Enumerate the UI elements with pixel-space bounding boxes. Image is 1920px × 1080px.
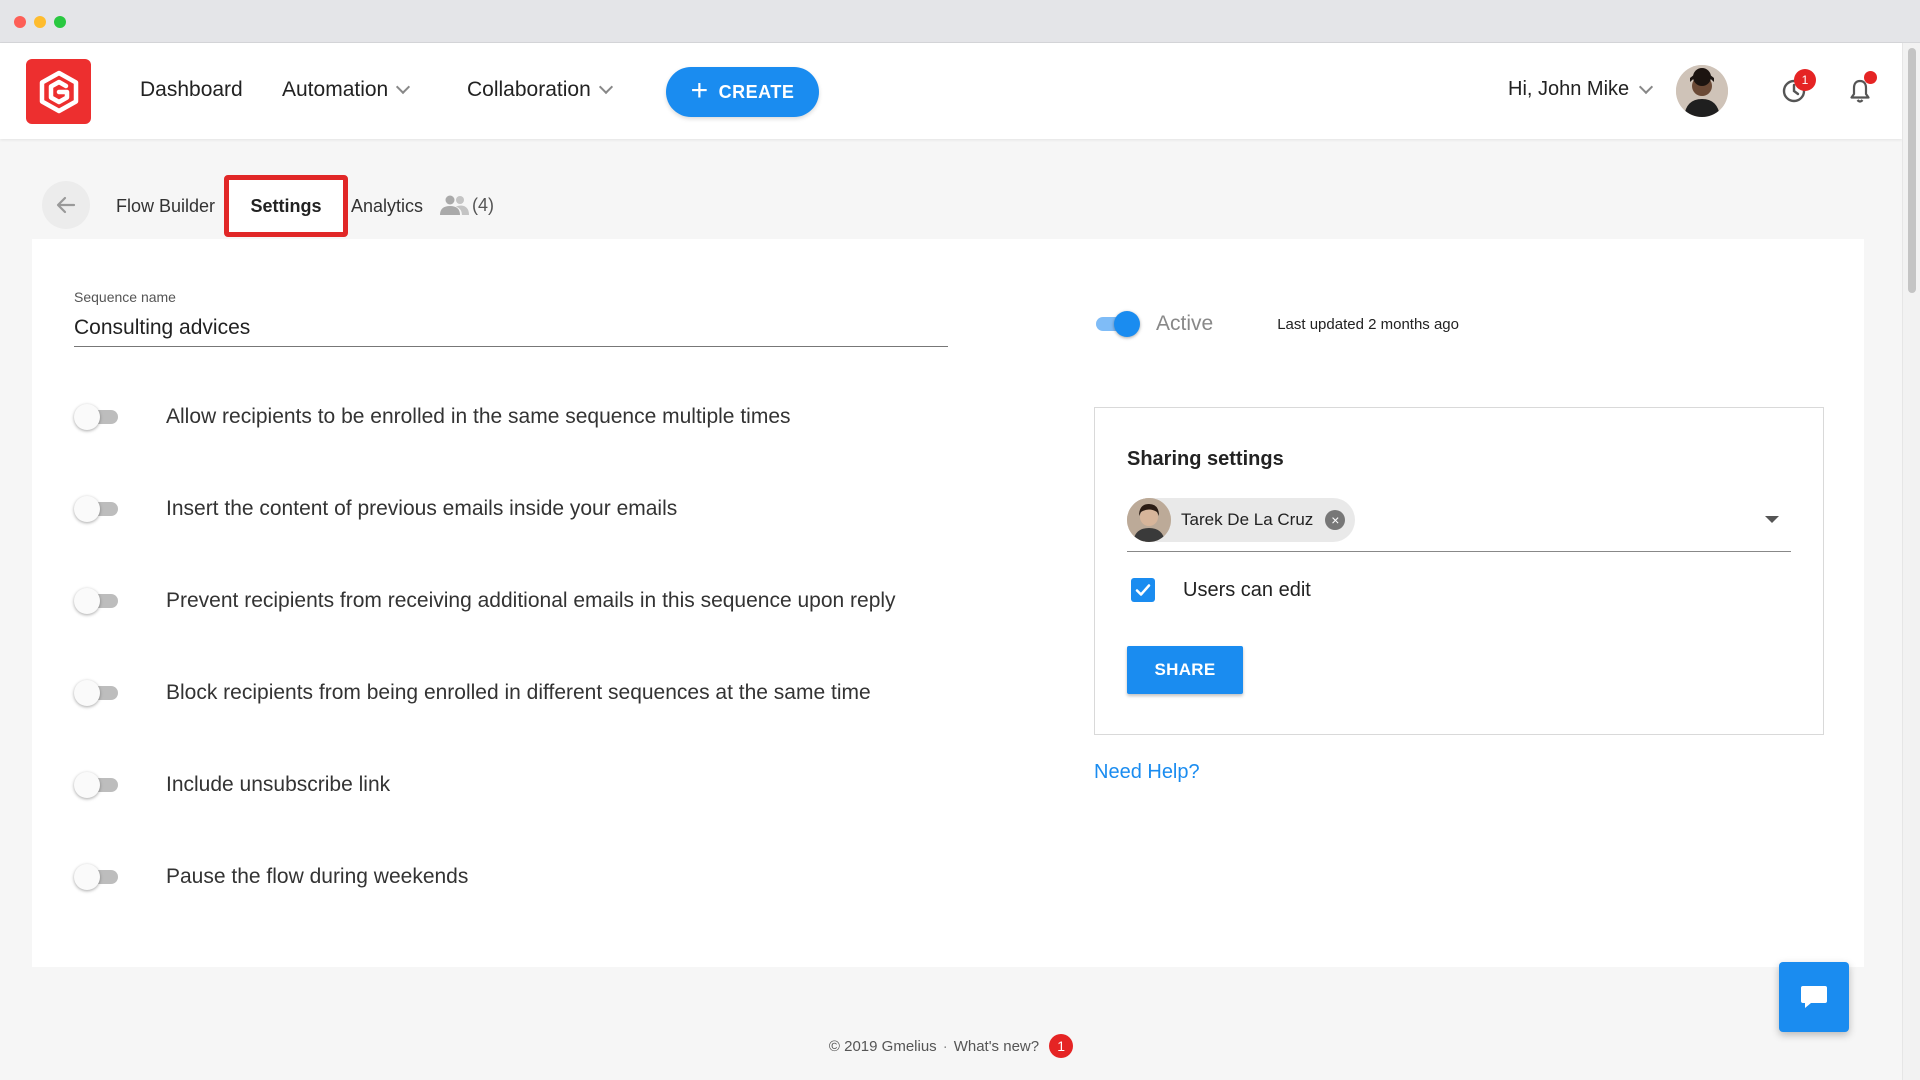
toggle-insert-previous-emails[interactable] [74,494,124,524]
nav-collaboration-label: Collaboration [467,78,591,101]
option-stop-on-reply: Prevent recipients from receiving additi… [74,583,896,619]
toggle-multiple-enrollment[interactable] [74,402,124,432]
dropdown-arrow-icon[interactable] [1765,516,1779,523]
history-button[interactable]: 1 [1776,69,1816,109]
nav-automation-label: Automation [282,78,389,101]
sequence-status: Active Last updated 2 months ago [1092,309,1459,339]
option-label: Prevent recipients from receiving additi… [166,589,896,612]
arrow-left-icon [56,196,76,214]
user-avatar[interactable] [1676,65,1728,117]
toggle-block-multiple-sequences[interactable] [74,678,124,708]
chevron-down-icon [1639,79,1654,94]
footer-separator: · [942,1037,948,1055]
chevron-down-icon [396,79,411,95]
user-chip: Tarek De La Cruz × [1127,498,1356,542]
sequence-name-label: Sequence name [74,289,176,305]
nav-collaboration[interactable]: Collaboration [467,78,613,102]
window-minimize-button[interactable] [34,16,46,28]
user-chip-label: Tarek De La Cruz [1181,510,1314,529]
plus-icon: + [690,73,709,107]
option-label: Pause the flow during weekends [166,865,469,888]
history-badge: 1 [1794,69,1816,91]
option-label: Block recipients from being enrolled in … [166,681,871,704]
nav-dashboard[interactable]: Dashboard [140,78,243,102]
chevron-down-icon [598,79,613,95]
option-unsubscribe-link: Include unsubscribe link [74,767,390,803]
sequence-tabs: Flow Builder Settings Analytics (4) [0,175,1902,237]
window-title-bar [0,0,1920,43]
sharing-settings-panel: Sharing settings Tarek De La Cruz × User… [1094,407,1824,735]
back-button[interactable] [42,181,90,229]
toggle-stop-on-reply[interactable] [74,586,124,616]
last-updated-text: Last updated 2 months ago [1277,315,1459,333]
people-icon [440,195,469,215]
whats-new-badge: 1 [1049,1034,1074,1058]
notification-dot [1864,71,1877,84]
checkmark-icon [1135,584,1151,596]
gmelius-logo-icon [39,70,78,113]
window-close-button[interactable] [14,16,26,28]
window-maximize-button[interactable] [54,16,66,28]
copyright-text: © 2019 Gmelius [828,1037,937,1055]
toggle-unsubscribe-link[interactable] [74,770,124,800]
settings-card: Sequence name Allow recipients to be enr… [32,239,1864,967]
option-block-multiple-sequences: Block recipients from being enrolled in … [74,675,871,711]
tab-flow-builder[interactable]: Flow Builder [116,196,215,217]
avatar-image [1127,498,1171,542]
toggle-pause-weekends[interactable] [74,862,124,892]
option-label: Include unsubscribe link [166,773,391,796]
avatar-image [1676,65,1728,117]
chat-bubble-icon [1801,986,1827,1008]
notifications-button[interactable] [1842,71,1878,109]
chip-avatar [1127,498,1171,542]
user-menu[interactable]: Hi, John Mike [1508,78,1654,101]
remove-user-icon[interactable]: × [1325,510,1346,530]
tab-settings-label: Settings [250,195,322,216]
page-scrollbar[interactable] [1902,43,1920,1080]
tab-analytics[interactable]: Analytics [351,196,423,217]
share-button[interactable]: SHARE [1127,646,1243,694]
option-multiple-enrollment: Allow recipients to be enrolled in the s… [74,399,791,435]
users-can-edit-checkbox[interactable] [1131,578,1155,602]
toggle-active[interactable] [1092,309,1142,339]
share-users-select[interactable]: Tarek De La Cruz × [1127,496,1791,552]
create-button-label: CREATE [718,81,795,102]
option-pause-weekends: Pause the flow during weekends [74,859,468,895]
chat-support-button[interactable] [1779,962,1849,1032]
option-label: Allow recipients to be enrolled in the s… [166,405,791,428]
members-count: (4) [472,194,494,215]
scrollbar-thumb[interactable] [1908,48,1916,293]
sequence-name-input[interactable] [74,309,948,347]
top-navigation-bar: Dashboard Automation Collaboration + CRE… [0,43,1902,139]
user-greeting: Hi, John Mike [1508,78,1630,100]
nav-automation[interactable]: Automation [282,78,411,102]
page-footer: © 2019 Gmelius · What's new? 1 [0,1034,1902,1058]
users-can-edit-option: Users can edit [1131,578,1311,602]
option-insert-previous-emails: Insert the content of previous emails in… [74,491,677,527]
users-can-edit-label: Users can edit [1183,578,1311,601]
create-button[interactable]: + CREATE [666,67,819,117]
whats-new-link[interactable]: What's new? [954,1038,1039,1055]
sequence-members[interactable]: (4) [438,193,494,217]
nav-dashboard-label: Dashboard [140,78,243,101]
gmelius-logo[interactable] [26,59,91,124]
option-label: Insert the content of previous emails in… [166,497,678,520]
tab-settings[interactable]: Settings [224,175,348,237]
sharing-settings-title: Sharing settings [1127,448,1284,470]
need-help-link[interactable]: Need Help? [1094,761,1200,784]
active-label: Active [1156,312,1214,335]
